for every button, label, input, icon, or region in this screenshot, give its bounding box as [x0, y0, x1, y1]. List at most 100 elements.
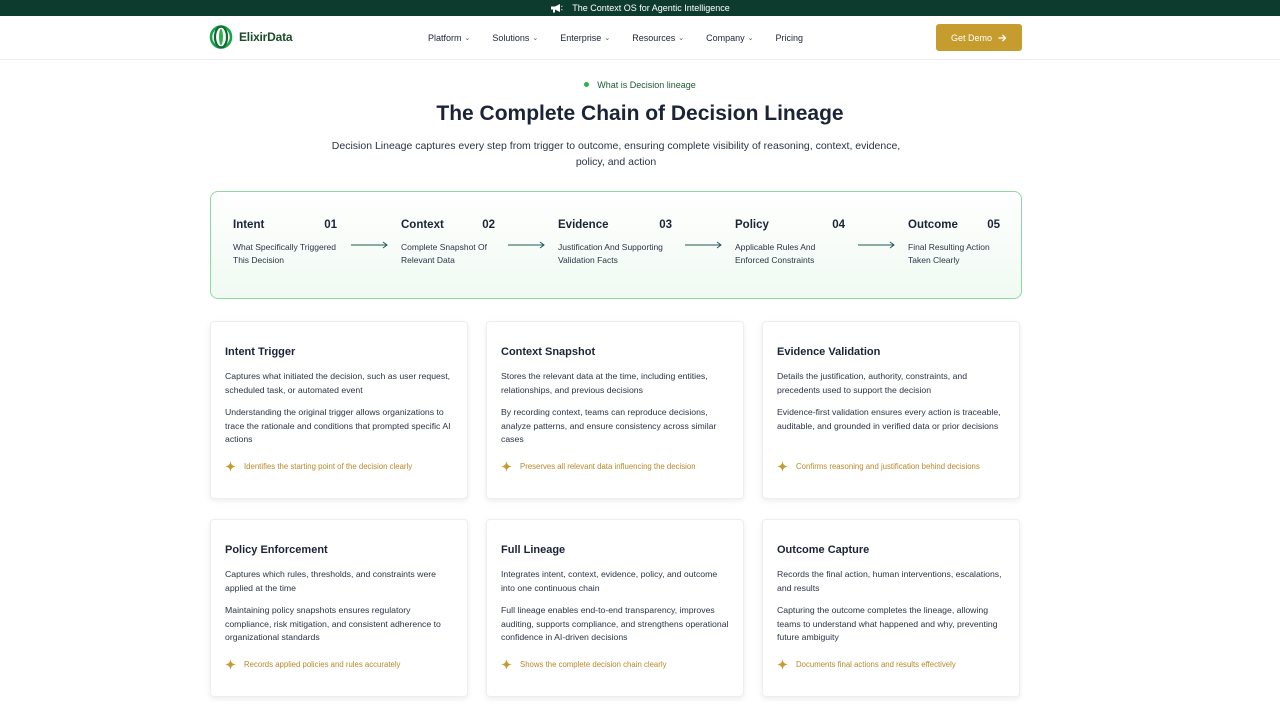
- card-title: Policy Enforcement: [225, 544, 328, 556]
- card-summary: Stores the relevant data at the time, in…: [501, 371, 708, 395]
- step-name: Evidence: [558, 219, 609, 231]
- chevron-down-icon: ⌄: [747, 35, 754, 42]
- menu-label: Resources: [632, 33, 676, 43]
- card-detail: By recording context, teams can reproduc…: [501, 407, 717, 444]
- card-summary: Captures what initiated the decision, su…: [225, 371, 451, 395]
- menu-label: Pricing: [775, 33, 804, 43]
- step-description: Complete Snapshot Of Relevant Data: [401, 242, 487, 265]
- card-highlight-text: Confirms reasoning and justification beh…: [796, 462, 980, 471]
- step-number: 02: [482, 219, 495, 231]
- arrow-right-icon: [351, 241, 388, 249]
- step-description: Applicable Rules And Enforced Constraint…: [735, 242, 816, 265]
- card-highlight: Identifies the starting point of the dec…: [225, 461, 412, 472]
- step-number: 05: [987, 219, 1000, 231]
- chain-step-context: Context 02 Complete Snapshot Of Relevant …: [401, 219, 495, 267]
- chevron-down-icon: ⌄: [532, 35, 539, 42]
- step-name: Context: [401, 219, 444, 231]
- card-evidence-validation: Evidence Validation Details the justific…: [762, 321, 1020, 499]
- page-title: The Complete Chain of Decision Lineage: [436, 102, 844, 125]
- menu-solutions[interactable]: Solutions ⌄: [492, 33, 538, 43]
- card-context-snapshot: Context Snapshot Stores the relevant dat…: [486, 321, 744, 499]
- card-intent-trigger: Intent Trigger Captures what initiated t…: [210, 321, 468, 499]
- chain-step-outcome: Outcome 05 Final Resulting Action Taken C…: [908, 219, 1000, 267]
- card-detail: Full lineage enables end-to-end transpar…: [501, 605, 729, 642]
- chain-step-intent: Intent 01 What Specifically Triggered Thi…: [233, 219, 337, 267]
- sparkle-icon: [225, 461, 236, 472]
- card-highlight: Documents final actions and results effe…: [777, 659, 956, 670]
- arrow-right-icon: [685, 241, 722, 249]
- sparkle-icon: [777, 461, 788, 472]
- step-description: What Specifically Triggered This Decisio…: [233, 242, 336, 265]
- get-demo-label: Get Demo: [950, 32, 992, 43]
- card-title: Outcome Capture: [777, 544, 870, 556]
- card-title: Context Snapshot: [501, 346, 596, 358]
- card-highlight: Preserves all relevant data influencing …: [501, 461, 696, 472]
- menu-label: Company: [706, 33, 745, 43]
- card-policy-enforcement: Policy Enforcement Captures which rules,…: [210, 519, 468, 697]
- step-number: 04: [832, 219, 845, 231]
- arrow-right-icon: [998, 34, 1007, 41]
- card-highlight-text: Shows the complete decision chain clearl…: [520, 660, 667, 669]
- menu-platform[interactable]: Platform ⌄: [428, 33, 470, 43]
- announcement-text[interactable]: The Context OS for Agentic Intelligence: [572, 3, 730, 13]
- card-detail: Evidence-first validation ensures every …: [777, 407, 1001, 431]
- menu-label: Solutions: [492, 33, 530, 43]
- menu-company[interactable]: Company ⌄: [706, 33, 753, 43]
- eyebrow-text: What is Decision lineage: [597, 80, 696, 90]
- card-summary: Integrates intent, context, evidence, po…: [501, 569, 718, 593]
- step-name: Outcome: [908, 219, 958, 231]
- card-summary: Details the justification, authority, co…: [777, 371, 968, 395]
- sparkle-icon: [501, 461, 512, 472]
- lineage-chain: Intent 01 What Specifically Triggered Thi…: [210, 191, 1022, 299]
- chain-step-policy: Policy 04 Applicable Rules And Enforced C…: [735, 219, 845, 267]
- main-menu: Platform ⌄ Solutions ⌄ Enterprise ⌄ Resourc…: [428, 16, 825, 60]
- step-number: 03: [659, 219, 672, 231]
- chevron-down-icon: ⌄: [604, 35, 611, 42]
- megaphone-icon: [550, 3, 564, 13]
- menu-resources[interactable]: Resources ⌄: [632, 33, 684, 43]
- green-dot-icon: [584, 82, 590, 88]
- section-eyebrow: What is Decision lineage: [0, 80, 1280, 90]
- card-full-lineage: Full Lineage Integrates intent, context,…: [486, 519, 744, 697]
- arrow-right-icon: [508, 241, 545, 249]
- card-summary: Captures which rules, thresholds, and co…: [225, 569, 437, 593]
- card-highlight-text: Documents final actions and results effe…: [796, 660, 956, 669]
- page-subtitle: Decision Lineage captures every step fro…: [331, 140, 901, 168]
- card-title: Evidence Validation: [777, 346, 881, 358]
- card-highlight: Records applied policies and rules accur…: [225, 659, 400, 670]
- card-highlight: Shows the complete decision chain clearl…: [501, 659, 667, 670]
- arrow-right-icon: [858, 241, 895, 249]
- chevron-down-icon: ⌄: [464, 35, 471, 42]
- logo[interactable]: ElixirData: [209, 25, 293, 49]
- card-highlight-text: Preserves all relevant data influencing …: [520, 462, 696, 471]
- elixirdata-logo-icon: [209, 25, 233, 49]
- chain-step-evidence: Evidence 03 Justification And Supporting …: [558, 219, 672, 267]
- chevron-down-icon: ⌄: [678, 35, 685, 42]
- step-description: Final Resulting Action Taken Clearly: [908, 242, 990, 265]
- get-demo-button[interactable]: Get Demo: [936, 24, 1022, 51]
- card-title: Full Lineage: [501, 544, 566, 556]
- top-navigation: ElixirData Platform ⌄ Solutions ⌄ Enterpri…: [0, 16, 1280, 60]
- menu-pricing[interactable]: Pricing: [776, 33, 804, 43]
- step-name: Intent: [233, 219, 265, 231]
- card-detail: Maintaining policy snapshots ensures reg…: [225, 605, 441, 642]
- card-outcome-capture: Outcome Capture Records the final action…: [762, 519, 1020, 697]
- card-highlight-text: Records applied policies and rules accur…: [244, 660, 401, 669]
- sparkle-icon: [225, 659, 236, 670]
- announcement-bar: The Context OS for Agentic Intelligence: [0, 0, 1280, 16]
- sparkle-icon: [777, 659, 788, 670]
- card-highlight-text: Identifies the starting point of the dec…: [244, 462, 413, 471]
- logo-text: ElixirData: [239, 30, 293, 44]
- card-summary: Records the final action, human interven…: [777, 569, 1002, 593]
- card-detail: Capturing the outcome completes the line…: [777, 605, 998, 642]
- card-title: Intent Trigger: [225, 346, 296, 358]
- card-highlight: Confirms reasoning and justification beh…: [777, 461, 980, 472]
- menu-enterprise[interactable]: Enterprise ⌄: [560, 33, 610, 43]
- menu-label: Enterprise: [560, 33, 602, 43]
- step-number: 01: [324, 219, 337, 231]
- menu-label: Platform: [428, 33, 462, 43]
- step-name: Policy: [735, 219, 769, 231]
- sparkle-icon: [501, 659, 512, 670]
- card-detail: Understanding the original trigger allow…: [225, 407, 451, 444]
- step-description: Justification And Supporting Validation …: [558, 242, 663, 265]
